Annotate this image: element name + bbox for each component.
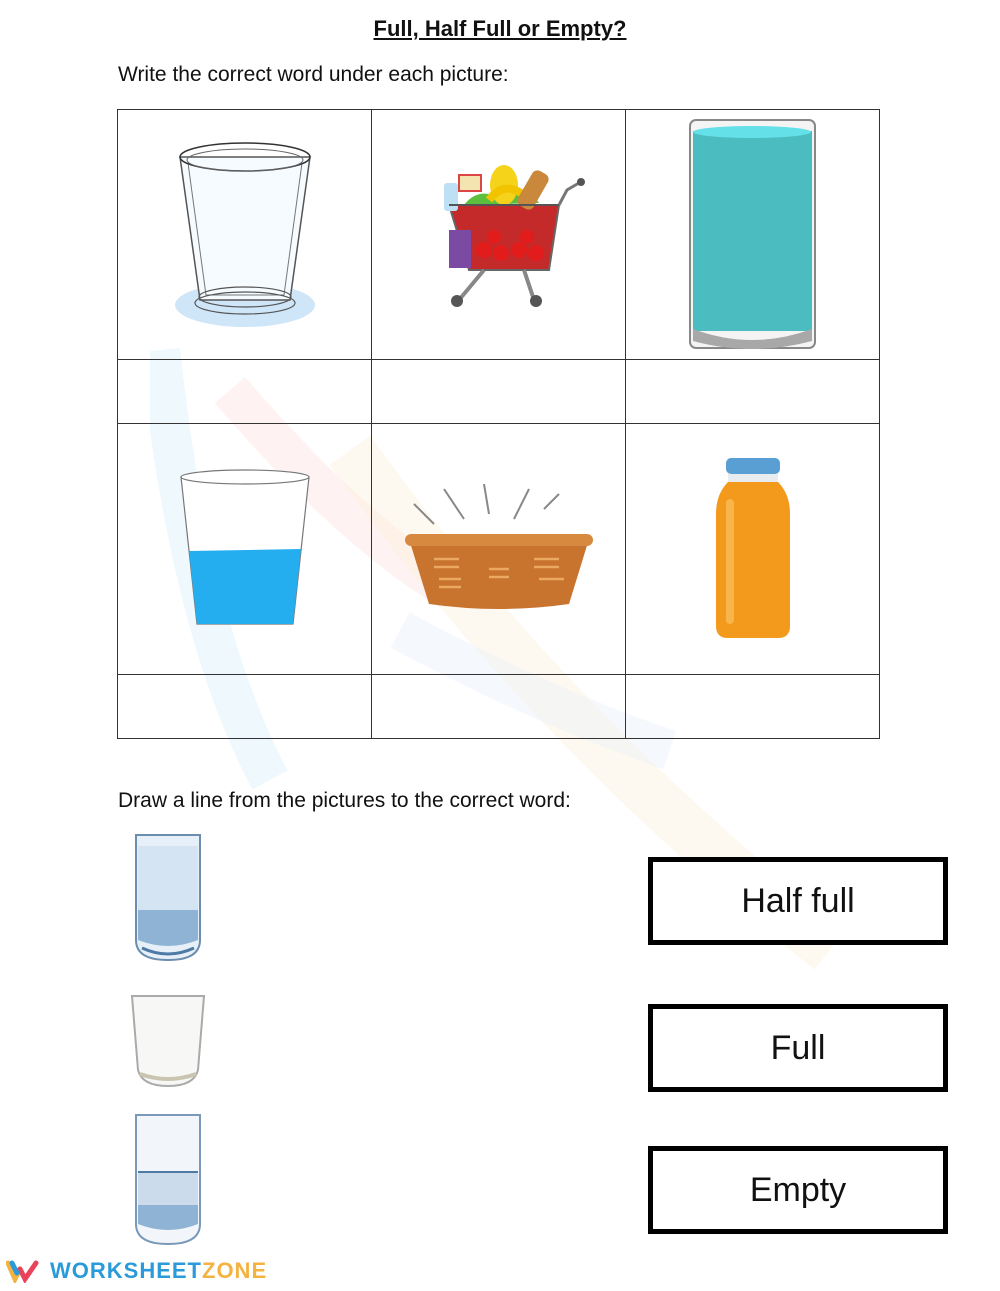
worksheet-title: Full, Half Full or Empty?: [373, 16, 627, 41]
empty-glass-icon: [174, 141, 315, 327]
answer-input[interactable]: [118, 673, 375, 739]
instruction-write: Write the correct word under each pictur…: [118, 63, 509, 86]
full-shopping-cart-icon: [443, 164, 585, 307]
brand-name: WORKSHEETZONE: [50, 1258, 267, 1284]
answer-cell[interactable]: [625, 673, 883, 740]
picture-cell: [117, 108, 372, 361]
footer-brand: WORKSHEETZONE: [6, 1258, 267, 1284]
word-box-full[interactable]: Full: [648, 1004, 948, 1092]
picture-cell: [625, 423, 880, 675]
picture-cell: [117, 423, 372, 675]
answer-input[interactable]: [626, 359, 883, 425]
answer-cell[interactable]: [117, 673, 375, 740]
picture-row: [117, 423, 880, 675]
empty-glass-icon[interactable]: [128, 992, 208, 1092]
brand-name-part2: ZONE: [202, 1258, 268, 1283]
empty-basket-icon: [404, 484, 593, 610]
picture-cell: [371, 108, 626, 361]
picture-cell: [625, 108, 880, 361]
instruction-draw: Draw a line from the pictures to the cor…: [118, 789, 571, 812]
answer-row: [117, 359, 883, 425]
answer-input[interactable]: [626, 673, 883, 739]
full-juice-bottle-icon: [715, 458, 790, 639]
word-box-empty[interactable]: Empty: [648, 1146, 948, 1234]
picture-row: [117, 108, 880, 361]
half-full-glass-icon[interactable]: [128, 1110, 208, 1248]
answer-cell[interactable]: [371, 673, 629, 740]
answer-input[interactable]: [118, 359, 375, 425]
answer-input[interactable]: [372, 359, 629, 425]
half-full-glass-icon: [179, 469, 310, 625]
full-glass-icon[interactable]: [128, 830, 208, 965]
brand-name-part1: WORKSHEET: [50, 1258, 202, 1283]
answer-cell[interactable]: [117, 359, 375, 425]
answer-row: [117, 673, 883, 740]
answer-cell[interactable]: [625, 359, 883, 425]
word-box-half-full[interactable]: Half full: [648, 857, 948, 945]
worksheetzone-logo-icon: [6, 1260, 39, 1283]
picture-grid: [117, 108, 883, 740]
answer-cell[interactable]: [371, 359, 629, 425]
full-glass-icon: [689, 118, 816, 349]
answer-input[interactable]: [372, 673, 629, 739]
picture-cell: [371, 423, 626, 675]
